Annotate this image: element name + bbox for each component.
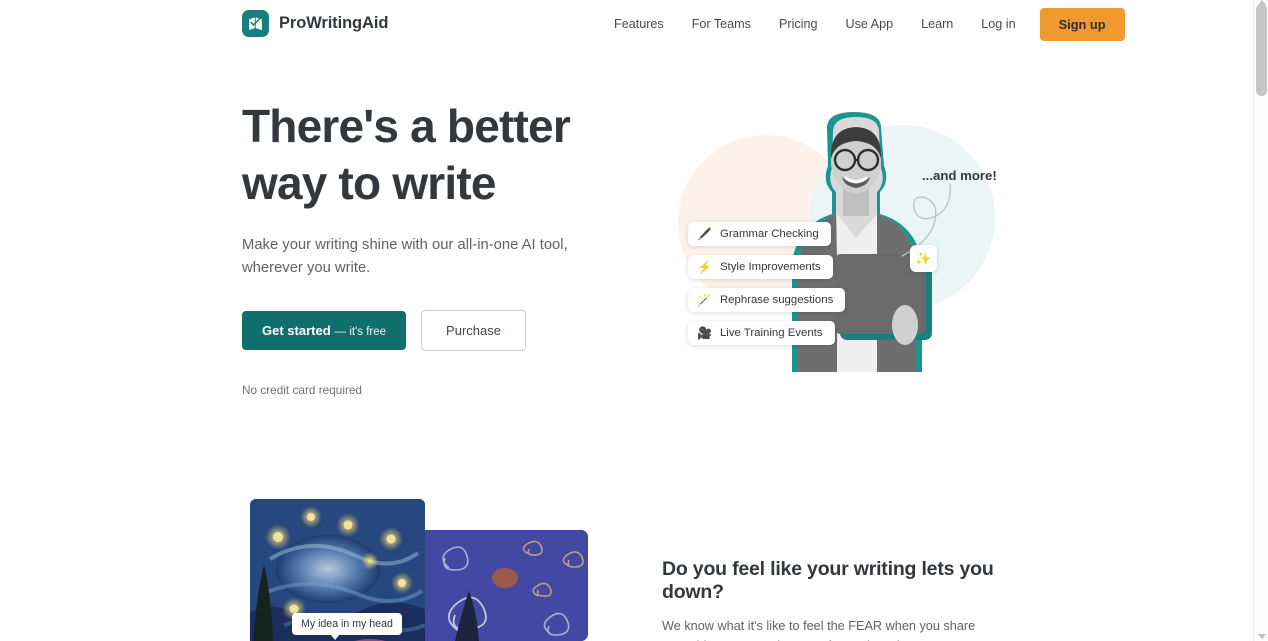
- get-started-label: Get started: [262, 323, 331, 338]
- main-navigation: Features For Teams Pricing Use App Learn…: [600, 0, 1125, 48]
- hero-illustration: 🖋️ Grammar Checking ⚡ Style Improvements…: [660, 100, 1030, 390]
- feature-pill-label: Grammar Checking: [719, 228, 819, 240]
- section-body-text: We know what it's like to feel the FEAR …: [662, 619, 993, 641]
- page-root: ProWritingAid Features For Teams Pricing…: [0, 0, 1268, 641]
- feature-pill-list: 🖋️ Grammar Checking ⚡ Style Improvements…: [688, 222, 846, 345]
- feature-pill-label: Live Training Events: [719, 327, 823, 339]
- feature-pill-live-training-events[interactable]: 🎥 Live Training Events: [688, 321, 835, 345]
- brand-logo-link[interactable]: ProWritingAid: [242, 10, 388, 37]
- feature-pill-grammar-checking[interactable]: 🖋️ Grammar Checking: [688, 222, 831, 246]
- nav-item-log-in[interactable]: Log in: [967, 11, 1029, 37]
- purchase-button[interactable]: Purchase: [421, 310, 526, 351]
- and-more-annotation: ...and more!: [922, 168, 997, 183]
- prowritingaid-book-check-icon: [242, 10, 269, 37]
- no-credit-card-note: No credit card required: [242, 383, 362, 397]
- nav-item-use-app[interactable]: Use App: [831, 11, 907, 37]
- section-heading: Do you feel like your writing lets you d…: [662, 558, 994, 603]
- scroll-down-arrow-icon[interactable]: [1258, 634, 1266, 639]
- hero-title: There's a better way to write: [242, 98, 642, 212]
- feature-pill-rephrase-suggestions[interactable]: 🪄 Rephrase suggestions: [688, 288, 846, 312]
- hero-title-line-2: way to write: [242, 157, 496, 209]
- nav-item-pricing[interactable]: Pricing: [765, 11, 832, 37]
- lightning-bolt-icon: ⚡: [697, 260, 712, 274]
- fountain-pen-icon: 🖋️: [697, 227, 712, 241]
- feature-pill-label: Rephrase suggestions: [719, 294, 834, 306]
- movie-camera-icon: 🎥: [697, 326, 712, 340]
- page-scrollbar[interactable]: [1253, 0, 1268, 641]
- crude-blue-doodle-drawing: [425, 530, 588, 641]
- scrollbar-thumb[interactable]: [1256, 4, 1267, 96]
- hero-subtitle: Make your writing shine with our all-in-…: [242, 237, 568, 276]
- my-idea-tooltip: My idea in my head: [292, 613, 402, 640]
- hero-cta-row: Get started — it's free Purchase: [242, 310, 642, 351]
- nav-item-features[interactable]: Features: [600, 11, 678, 37]
- nav-item-learn[interactable]: Learn: [907, 11, 967, 37]
- hero-text-block: There's a better way to write Make your …: [242, 98, 642, 397]
- hero-title-line-1: There's a better: [242, 100, 571, 152]
- get-started-sublabel: — it's free: [334, 326, 387, 338]
- nav-item-for-teams[interactable]: For Teams: [678, 11, 765, 37]
- feature-pill-label: Style Improvements: [719, 261, 821, 273]
- sign-up-button[interactable]: Sign up: [1039, 7, 1125, 41]
- sparkles-icon: ✨: [910, 245, 937, 272]
- writing-section: Do you feel like your writing lets you d…: [662, 558, 1022, 641]
- site-header: ProWritingAid Features For Teams Pricing…: [0, 0, 1253, 48]
- browser-viewport: ProWritingAid Features For Teams Pricing…: [0, 0, 1253, 641]
- feature-pill-style-improvements[interactable]: ⚡ Style Improvements: [688, 255, 833, 279]
- magic-wand-icon: 🪄: [697, 293, 712, 307]
- get-started-button[interactable]: Get started — it's free: [242, 311, 407, 350]
- brand-name: ProWritingAid: [279, 14, 389, 32]
